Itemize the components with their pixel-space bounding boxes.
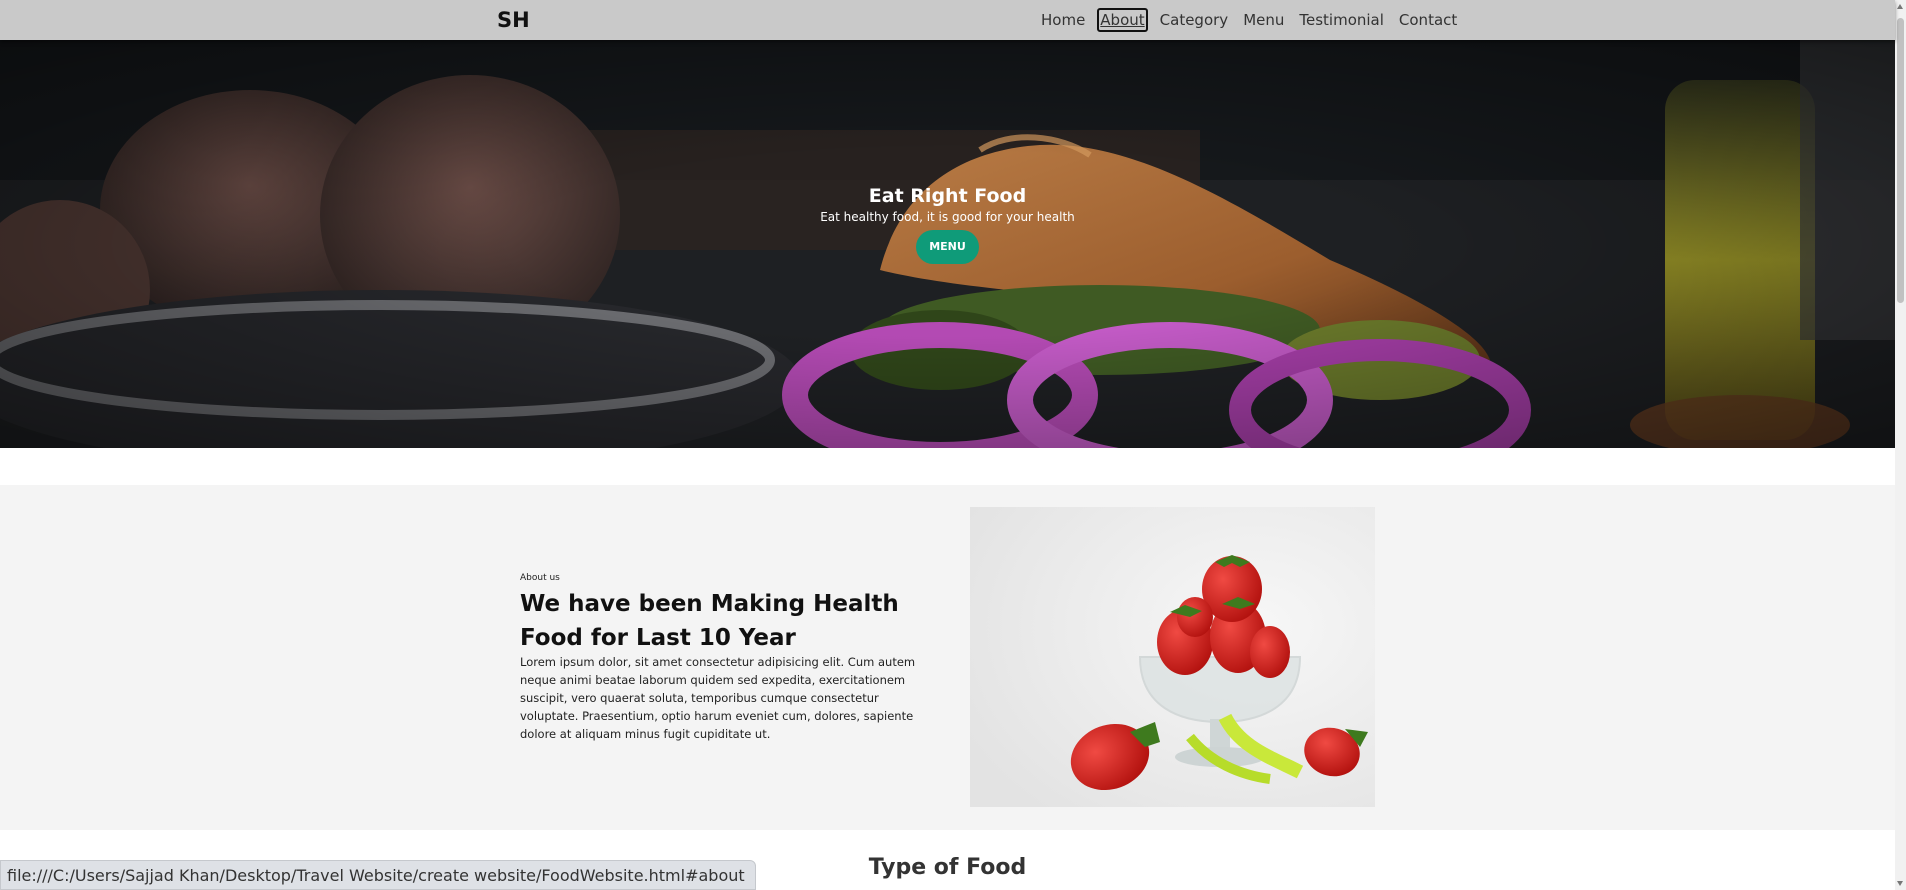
- menu-button[interactable]: MENU: [916, 230, 979, 264]
- scroll-up-icon[interactable]: [1897, 4, 1903, 9]
- nav-contact[interactable]: Contact: [1396, 8, 1460, 32]
- scroll-down-icon[interactable]: [1897, 881, 1903, 886]
- nav-links: Home About Category Menu Testimonial Con…: [1038, 8, 1460, 32]
- hero-subtitle: Eat healthy food, it is good for your he…: [820, 210, 1075, 224]
- nav-category[interactable]: Category: [1157, 8, 1232, 32]
- hero-title: Eat Right Food: [868, 185, 1027, 207]
- about-section: About us We have been Making Health Food…: [0, 485, 1895, 830]
- strawberries-image: [970, 507, 1375, 807]
- page: SH Home About Category Menu Testimonial …: [0, 0, 1906, 890]
- nav-menu[interactable]: Menu: [1240, 8, 1287, 32]
- about-eyebrow: About us: [520, 573, 560, 583]
- nav-about[interactable]: About: [1097, 8, 1148, 32]
- nav-testimonial[interactable]: Testimonial: [1296, 8, 1387, 32]
- hero-section: Eat Right Food Eat healthy food, it is g…: [0, 40, 1895, 448]
- nav-home[interactable]: Home: [1038, 8, 1088, 32]
- status-bar-url: file:///C:/Users/Sajjad Khan/Desktop/Tra…: [0, 860, 756, 890]
- scrollbar[interactable]: [1895, 0, 1906, 890]
- about-heading: We have been Making Health Food for Last…: [520, 591, 899, 651]
- navbar: SH Home About Category Menu Testimonial …: [0, 0, 1895, 40]
- about-body: Lorem ipsum dolor, sit amet consectetur …: [520, 655, 916, 741]
- scroll-thumb[interactable]: [1897, 18, 1904, 303]
- site-logo[interactable]: SH: [497, 8, 530, 32]
- hero-text: Eat Right Food Eat healthy food, it is g…: [0, 184, 1895, 264]
